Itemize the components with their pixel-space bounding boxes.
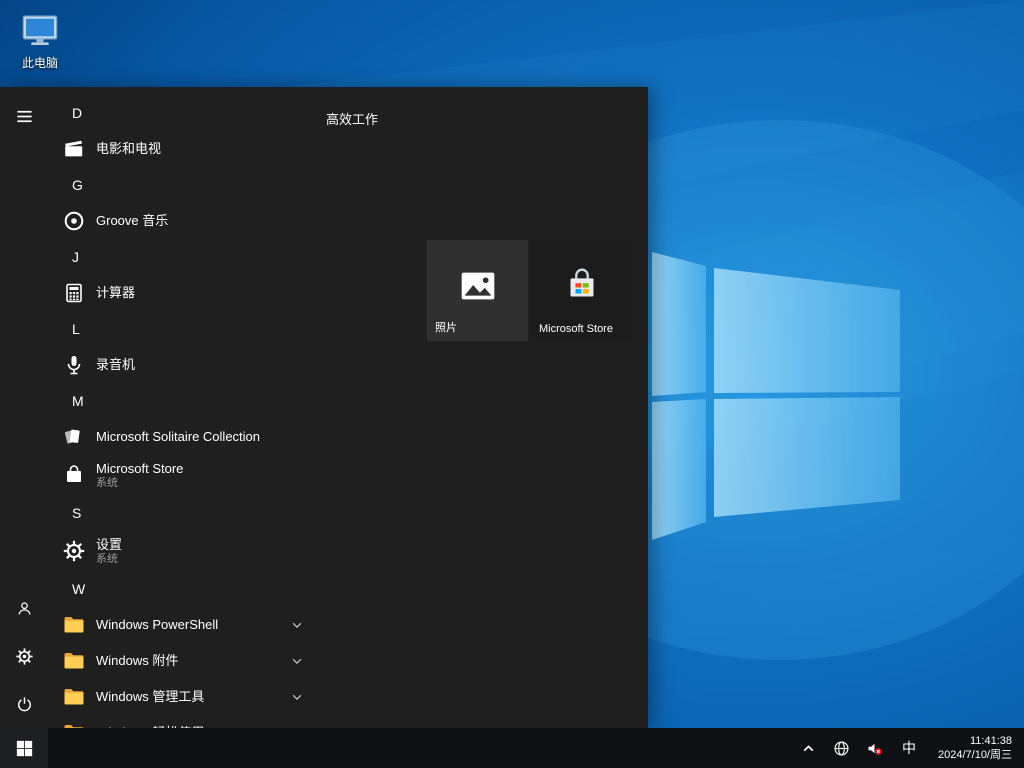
- hamburger-icon: [15, 107, 34, 126]
- store-bag-icon: [62, 463, 86, 487]
- clock-date: 2024/7/10/周三: [938, 748, 1012, 762]
- power-icon: [15, 695, 34, 714]
- folder-icon: [62, 721, 86, 728]
- app-letter-header[interactable]: D: [48, 95, 324, 131]
- this-pc-icon: [19, 10, 61, 52]
- solitaire-icon: [62, 425, 86, 449]
- network-button[interactable]: [831, 728, 851, 768]
- app-text: 录音机: [96, 357, 135, 373]
- volume-button[interactable]: [864, 728, 884, 768]
- app-item-row[interactable]: 录音机: [48, 347, 324, 383]
- app-folder-row[interactable]: Windows 管理工具: [48, 679, 324, 715]
- app-label: 电影和电视: [96, 141, 161, 157]
- app-label: Groove 音乐: [96, 213, 168, 229]
- app-item-row[interactable]: Microsoft Solitaire Collection: [48, 419, 324, 455]
- start-button[interactable]: [0, 728, 48, 768]
- letter-label: W: [72, 581, 85, 597]
- expand-menu-button[interactable]: [0, 92, 48, 140]
- app-item-row[interactable]: 设置系统: [48, 531, 324, 571]
- app-item-row[interactable]: Microsoft Store系统: [48, 455, 324, 495]
- tray-expand-button[interactable]: [798, 728, 818, 768]
- app-label: Microsoft Store: [96, 461, 183, 477]
- tile-group: 照片 Microsoft Store: [324, 87, 648, 728]
- app-sublabel: 系统: [96, 553, 122, 566]
- photos-tile-icon: [455, 263, 501, 309]
- chevron-up-icon: [800, 740, 817, 757]
- chevron-down-icon[interactable]: [290, 654, 304, 668]
- app-text: Windows PowerShell: [96, 617, 218, 633]
- letter-label: S: [72, 505, 81, 521]
- app-text: Groove 音乐: [96, 213, 168, 229]
- app-letter-header[interactable]: L: [48, 311, 324, 347]
- app-letter-header[interactable]: W: [48, 571, 324, 607]
- start-menu: D 电影和电视 G Groove 音乐 J 计算器 L 录音机 M Microsoft Solit…: [0, 87, 648, 728]
- user-button[interactable]: [0, 584, 48, 632]
- app-letter-header[interactable]: M: [48, 383, 324, 419]
- app-label: Windows 附件: [96, 653, 178, 669]
- tile-store[interactable]: Microsoft Store: [531, 240, 632, 341]
- app-label: Windows 管理工具: [96, 689, 204, 705]
- app-text: Windows 附件: [96, 653, 178, 669]
- letter-label: L: [72, 321, 80, 337]
- app-letter-header[interactable]: S: [48, 495, 324, 531]
- start-app-list: D 电影和电视 G Groove 音乐 J 计算器 L 录音机 M Microsoft Solit…: [48, 87, 324, 728]
- power-button[interactable]: [0, 680, 48, 728]
- start-rail: [0, 87, 48, 728]
- system-tray: 中 11:41:38 2024/7/10/周三: [798, 728, 1024, 768]
- app-label: 设置: [96, 537, 122, 553]
- volume-muted-icon: [866, 740, 883, 757]
- folder-icon: [62, 613, 86, 637]
- app-item-row[interactable]: 电影和电视: [48, 131, 324, 167]
- app-text: Microsoft Store系统: [96, 461, 183, 490]
- app-label: Windows PowerShell: [96, 617, 218, 633]
- store-tile-icon: [559, 263, 605, 309]
- app-text: 电影和电视: [96, 141, 161, 157]
- app-item-row[interactable]: 计算器: [48, 275, 324, 311]
- folder-icon: [62, 649, 86, 673]
- movies-tv-icon: [62, 137, 86, 161]
- user-icon: [15, 599, 34, 618]
- tile-label: 照片: [435, 319, 457, 335]
- desktop-icon-this-pc[interactable]: 此电脑: [8, 10, 72, 71]
- taskbar: 中 11:41:38 2024/7/10/周三: [0, 728, 1024, 768]
- app-text: Microsoft Solitaire Collection: [96, 429, 260, 445]
- app-text: Windows 管理工具: [96, 689, 204, 705]
- letter-label: D: [72, 105, 82, 121]
- windows-logo-icon: [16, 740, 33, 757]
- app-folder-row[interactable]: Windows 轻松使用: [48, 715, 324, 728]
- groove-icon: [62, 209, 86, 233]
- app-label: 录音机: [96, 357, 135, 373]
- letter-label: J: [72, 249, 79, 265]
- app-folder-row[interactable]: Windows PowerShell: [48, 607, 324, 643]
- app-text: 计算器: [96, 285, 135, 301]
- tiles-area: 高效工作 照片Microsoft Store: [324, 87, 648, 728]
- tile-photos[interactable]: 照片: [427, 240, 528, 341]
- clock-time: 11:41:38: [938, 734, 1012, 748]
- tile-label: Microsoft Store: [539, 323, 613, 335]
- app-letter-header[interactable]: G: [48, 167, 324, 203]
- chevron-down-icon[interactable]: [290, 618, 304, 632]
- app-letter-header[interactable]: J: [48, 239, 324, 275]
- app-text: 设置系统: [96, 537, 122, 566]
- gear-icon: [62, 539, 86, 563]
- voice-recorder-icon: [62, 353, 86, 377]
- calculator-icon: [62, 281, 86, 305]
- desktop-screen: 此电脑 D 电影和电视 G Groove 音乐 J 计算器 L 录音机 M Microsoft S…: [0, 0, 1024, 768]
- app-sublabel: 系统: [96, 477, 183, 490]
- letter-label: G: [72, 177, 83, 193]
- app-label: Microsoft Solitaire Collection: [96, 429, 260, 445]
- taskbar-clock[interactable]: 11:41:38 2024/7/10/周三: [934, 734, 1012, 762]
- ime-indicator[interactable]: 中: [897, 738, 921, 758]
- chevron-down-icon[interactable]: [290, 690, 304, 704]
- app-label: 计算器: [96, 285, 135, 301]
- gear-icon: [15, 647, 34, 666]
- app-folder-row[interactable]: Windows 附件: [48, 643, 324, 679]
- letter-label: M: [72, 393, 84, 409]
- desktop-icon-label: 此电脑: [22, 54, 58, 71]
- settings-button[interactable]: [0, 632, 48, 680]
- folder-icon: [62, 685, 86, 709]
- app-item-row[interactable]: Groove 音乐: [48, 203, 324, 239]
- network-icon: [833, 740, 850, 757]
